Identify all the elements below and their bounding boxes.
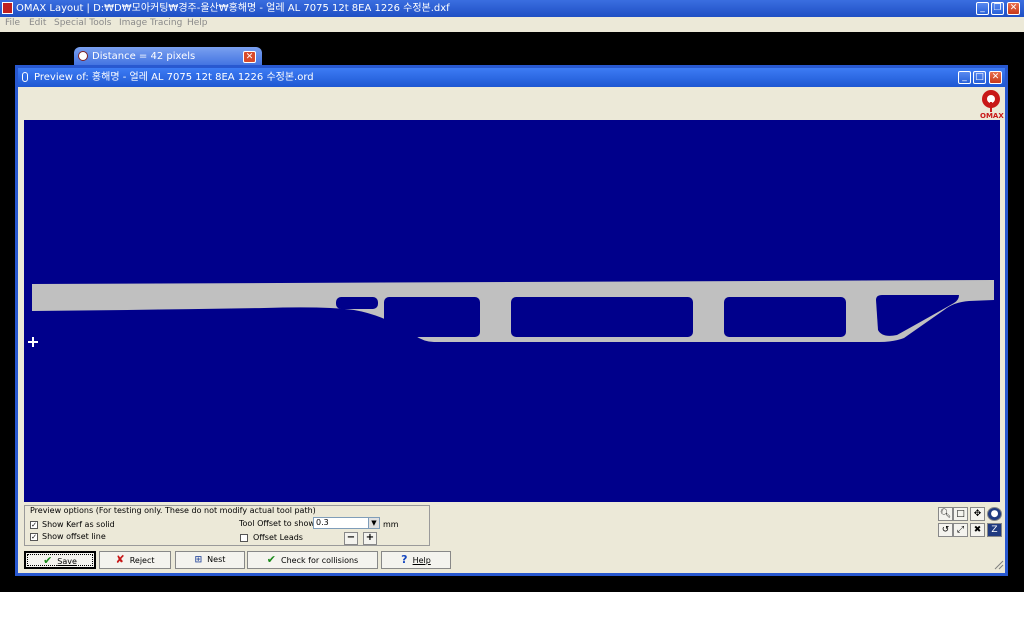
app-title: OMAX Layout | D:₩D₩모아커팅₩경주-울산₩홍해명 - 얼레 A… — [16, 3, 450, 14]
menu-file[interactable]: File — [5, 18, 20, 28]
nest-button[interactable]: ⊞ Nest — [175, 551, 245, 569]
globe-icon[interactable]: ● — [987, 507, 1002, 521]
tool-offset-input[interactable]: 0.3 — [313, 517, 369, 529]
check-icon: ✔ — [43, 554, 53, 567]
close-button[interactable]: ✕ — [1007, 2, 1020, 15]
help-button[interactable]: ? Help — [381, 551, 451, 569]
part-drawing — [28, 280, 994, 347]
menu-image-tracing[interactable]: Image Tracing — [119, 18, 182, 28]
menu-help[interactable]: Help — [187, 18, 208, 28]
minimize-button[interactable]: _ — [976, 2, 989, 15]
nest-label: Nest — [207, 555, 226, 564]
cutout — [336, 297, 378, 309]
preview-window: Preview of: 홍해명 - 얼레 AL 7075 12t 8EA 122… — [15, 65, 1008, 576]
check-icon: ✔ — [266, 553, 277, 566]
tools-icon[interactable]: ✖ — [970, 523, 985, 537]
menu-bar: File Edit Special Tools Image Tracing He… — [0, 17, 1024, 32]
tool-offset-dropdown-icon[interactable]: ▼ — [368, 517, 380, 529]
cutout — [724, 297, 846, 337]
options-title: Preview options (For testing only. These… — [30, 506, 316, 515]
reject-button[interactable]: ✘ Reject — [99, 551, 171, 569]
crosshair-icon — [28, 337, 38, 347]
app-title-bar: OMAX Layout | D:₩D₩모아커팅₩경주-울산₩홍해명 - 얼레 A… — [0, 0, 1024, 17]
cutout — [876, 295, 959, 336]
show-offset-checkbox[interactable]: ✓ — [30, 533, 38, 541]
preview-options-group: Preview options (For testing only. These… — [24, 505, 430, 546]
distance-icon — [78, 51, 88, 61]
preview-canvas[interactable] — [24, 120, 1000, 502]
zoom-box-icon[interactable]: □ — [953, 507, 968, 521]
fit-icon[interactable]: ⤢ — [953, 523, 968, 537]
preview-minimize-button[interactable]: _ — [958, 71, 971, 84]
x-icon: ✘ — [115, 553, 125, 566]
omax-logo: OMAX — [980, 90, 1004, 120]
distance-window[interactable]: Distance = 42 pixels ✕ — [74, 47, 262, 67]
save-label: Save — [57, 557, 77, 566]
offset-leads-label: Offset Leads — [253, 533, 303, 542]
distance-close-button[interactable]: ✕ — [243, 51, 256, 63]
omax-app-icon — [2, 2, 13, 14]
show-kerf-label: Show Kerf as solid — [42, 520, 115, 529]
resize-grip-icon[interactable] — [994, 560, 1004, 570]
preview-maximize-button[interactable]: □ — [973, 71, 986, 84]
offset-leads-checkbox[interactable] — [240, 534, 248, 542]
zoom-icon[interactable]: 🔍︎ — [938, 507, 953, 521]
menu-edit[interactable]: Edit — [29, 18, 46, 28]
help-label: Help — [412, 556, 431, 565]
cutout — [511, 297, 693, 337]
zoom-z-icon[interactable]: Z — [987, 523, 1002, 537]
plus-button[interactable]: + — [363, 532, 377, 545]
show-kerf-checkbox[interactable]: ✓ — [30, 521, 38, 529]
menu-special-tools[interactable]: Special Tools — [54, 18, 111, 28]
minus-button[interactable]: − — [344, 532, 358, 545]
reject-label: Reject — [129, 556, 155, 565]
help-icon: ? — [401, 553, 408, 566]
omax-logo-text: OMAX — [980, 112, 1004, 120]
refresh-icon[interactable]: ↺ — [938, 523, 953, 537]
tool-offset-label: Tool Offset to show: — [239, 519, 318, 528]
tool-offset-unit: mm — [383, 520, 399, 529]
check-collisions-button[interactable]: ✔ Check for collisions — [247, 551, 378, 569]
distance-title: Distance = 42 pixels — [92, 51, 196, 62]
pan-icon[interactable]: ✥ — [970, 507, 985, 521]
cutout — [384, 297, 480, 337]
preview-window-icon — [22, 72, 28, 82]
nest-icon: ⊞ — [194, 555, 203, 565]
preview-title-bar: Preview of: 홍해명 - 얼레 AL 7075 12t 8EA 122… — [18, 68, 1005, 87]
restore-button[interactable]: ❐ — [991, 2, 1004, 15]
save-button[interactable]: ✔ Save — [24, 551, 96, 569]
preview-close-button[interactable]: ✕ — [989, 71, 1002, 84]
check-label: Check for collisions — [281, 556, 359, 565]
preview-title: Preview of: 홍해명 - 얼레 AL 7075 12t 8EA 122… — [34, 72, 314, 83]
show-offset-label: Show offset line — [42, 532, 106, 541]
